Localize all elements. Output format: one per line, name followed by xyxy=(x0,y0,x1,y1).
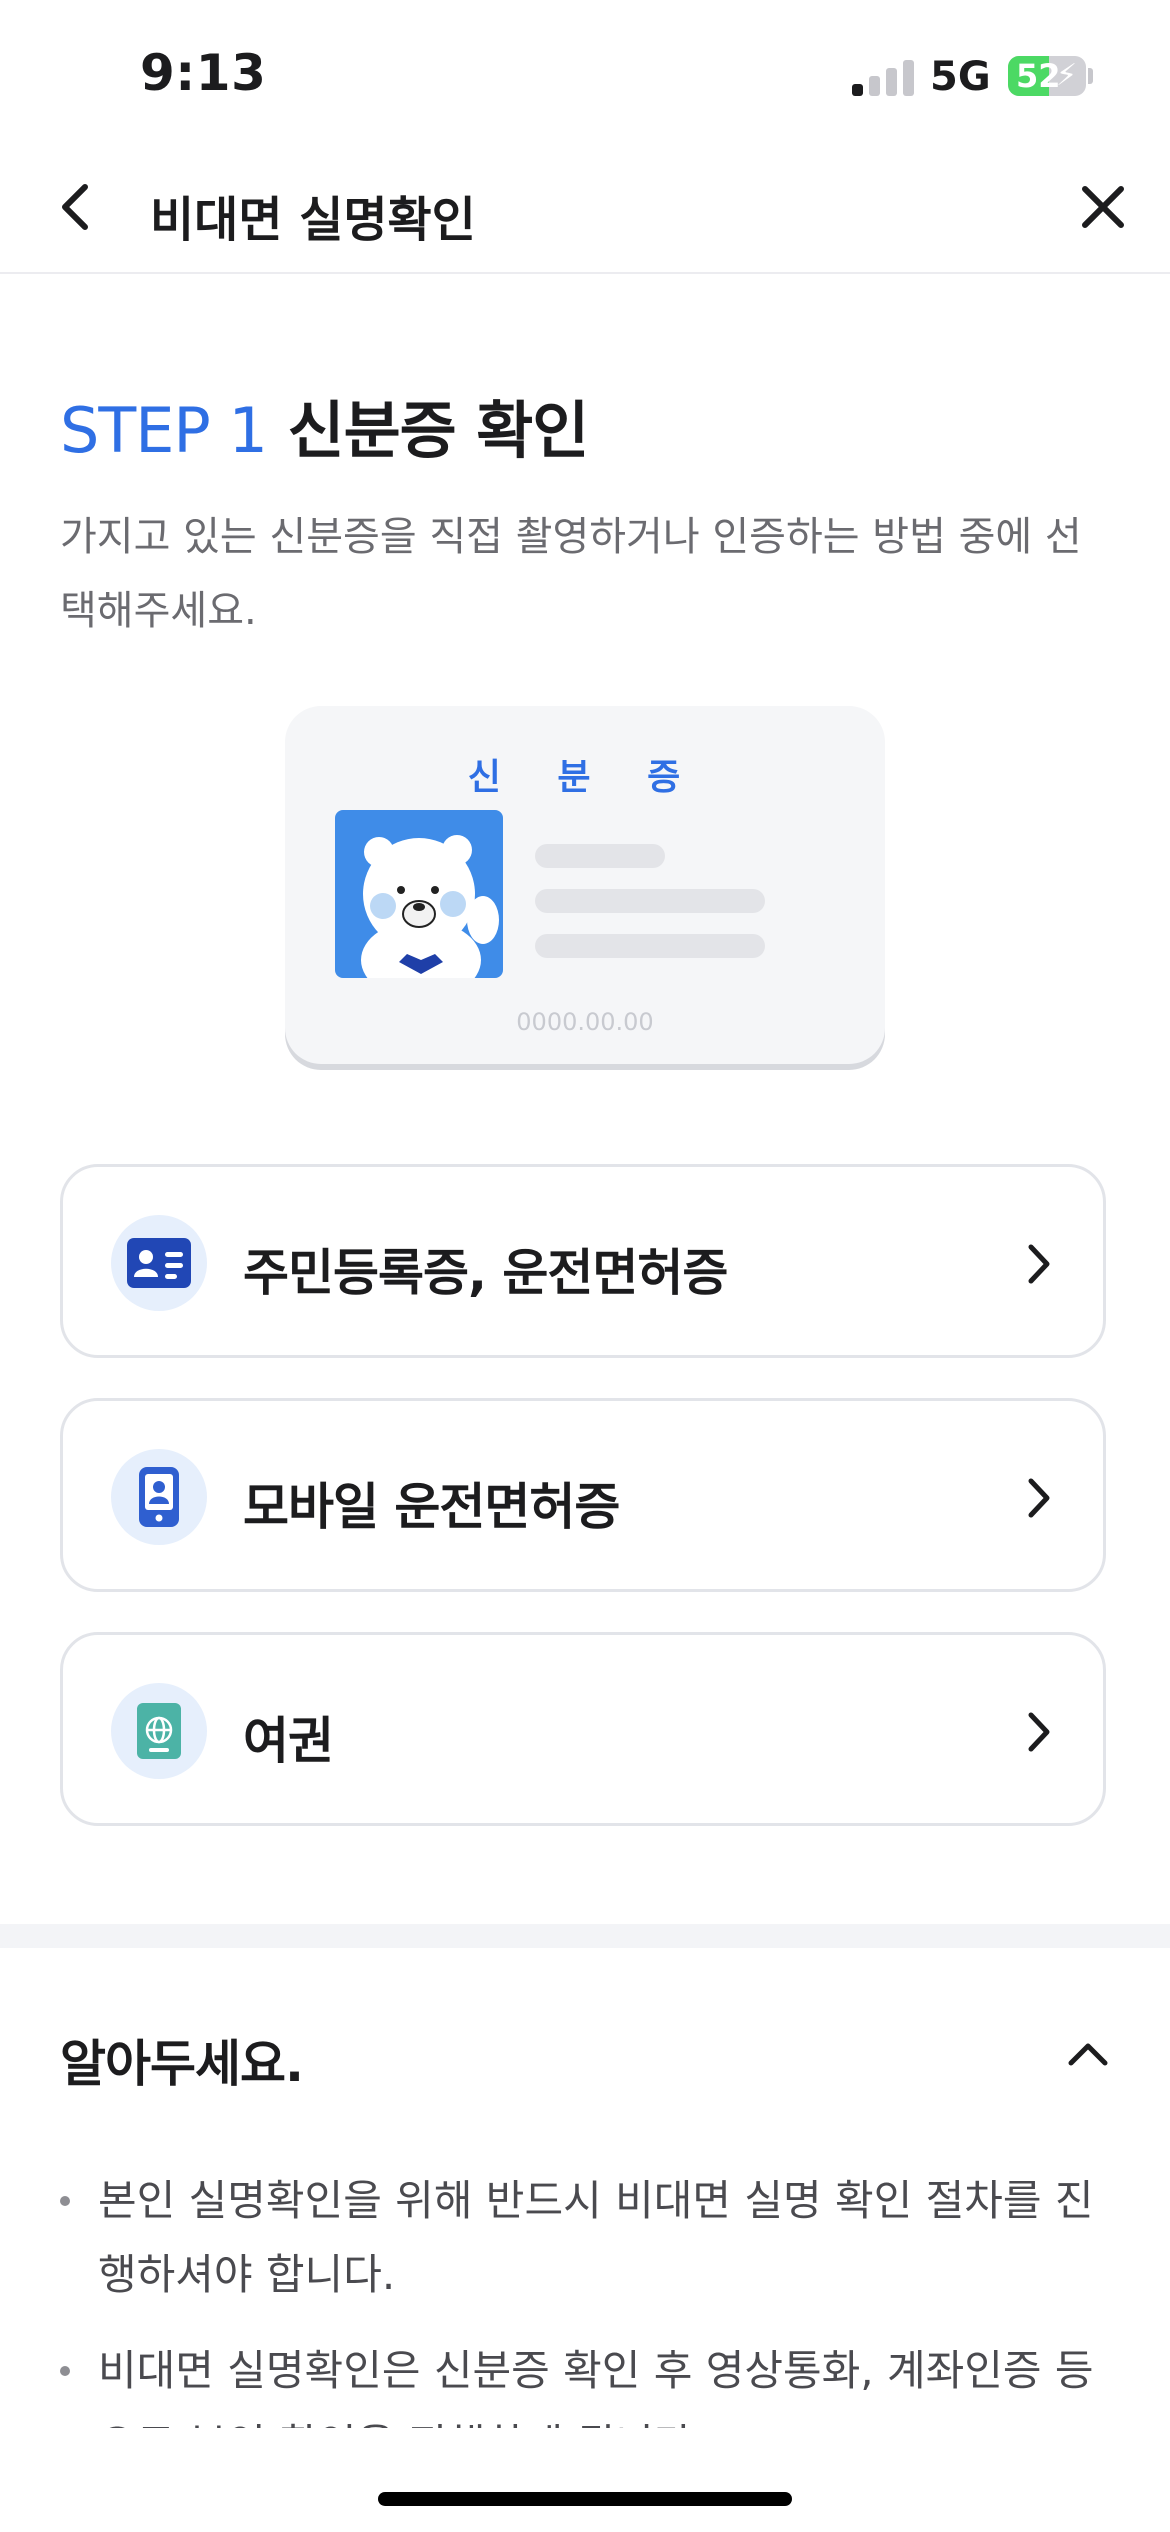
option-mobile-driver-license[interactable]: 모바일 운전면허증 xyxy=(60,1398,1106,1592)
network-type: 5G xyxy=(930,54,991,100)
notice-title: 알아두세요. xyxy=(60,2035,304,2093)
section-divider xyxy=(0,1924,1170,1948)
option-label: 여권 xyxy=(243,1712,334,1770)
step-heading: STEP 1 신분증 확인 xyxy=(60,380,590,470)
battery-percent: 52 xyxy=(1016,57,1061,95)
notice-item-text: 비대면 실명확인은 신분증 확인 후 영상통화, 계좌인증 등으로 본인 확인을… xyxy=(98,2346,1094,2428)
close-icon xyxy=(1082,186,1124,228)
mobile-id-icon xyxy=(139,1467,179,1527)
id-card-title: 신 분 증 xyxy=(467,757,703,798)
step-description: 가지고 있는 신분증을 직접 촬영하거나 인증하는 방법 중에 선택해주세요. xyxy=(60,514,1082,634)
home-indicator xyxy=(378,2492,792,2506)
option-label: 주민등록증, 운전면허증 xyxy=(243,1244,728,1302)
option-icon-wrap xyxy=(111,1683,207,1779)
step-title: 신분증 확인 xyxy=(287,394,590,467)
notice-item: 본인 실명확인을 위해 반드시 비대면 실명 확인 절차를 진행하셔야 합니다. xyxy=(60,2164,1120,2312)
id-card-icon xyxy=(127,1238,191,1288)
battery-cap xyxy=(1088,68,1093,84)
id-number-placeholder: 0000.00.00 xyxy=(516,1008,654,1036)
notice-item-text: 본인 실명확인을 위해 반드시 비대면 실명 확인 절차를 진행하셔야 합니다. xyxy=(98,2176,1094,2299)
notice-list: 본인 실명확인을 위해 반드시 비대면 실명 확인 절차를 진행하셔야 합니다.… xyxy=(60,2164,1120,2428)
id-photo xyxy=(335,810,503,978)
nav-bar: 비대면 실명확인 xyxy=(0,150,1170,274)
page-title: 비대면 실명확인 xyxy=(150,192,476,248)
option-resident-id-driver-license[interactable]: 주민등록증, 운전면허증 xyxy=(60,1164,1106,1358)
id-info-line xyxy=(535,934,765,958)
bullet-icon xyxy=(60,2366,70,2376)
battery-icon: 52 ⚡ xyxy=(1008,56,1086,96)
option-passport[interactable]: 여권 xyxy=(60,1632,1106,1826)
id-info-line xyxy=(535,844,665,868)
status-time: 9:13 xyxy=(140,44,267,102)
chevron-right-icon xyxy=(1019,1702,1059,1762)
step-label: STEP 1 xyxy=(60,394,268,467)
id-card-illustration: 신 분 증 0000.00.00 xyxy=(285,706,885,1064)
chevron-right-icon xyxy=(1019,1234,1059,1294)
close-button[interactable] xyxy=(1068,172,1138,242)
chevron-right-icon xyxy=(1019,1468,1059,1528)
back-button[interactable] xyxy=(40,172,110,242)
chevron-up-icon xyxy=(1068,2043,1108,2066)
notice-collapse-button[interactable] xyxy=(1060,2026,1116,2082)
passport-icon xyxy=(137,1703,181,1759)
polar-bear-mascot-icon xyxy=(361,835,499,978)
status-bar: 9:13 5G 52 ⚡ xyxy=(0,0,1170,150)
id-info-line xyxy=(535,889,765,913)
bullet-icon xyxy=(60,2196,70,2206)
option-label: 모바일 운전면허증 xyxy=(243,1478,620,1536)
charging-bolt-icon: ⚡ xyxy=(1056,58,1078,93)
chevron-left-icon xyxy=(62,184,88,230)
option-icon-wrap xyxy=(111,1449,207,1545)
option-icon-wrap xyxy=(111,1215,207,1311)
notice-item: 비대면 실명확인은 신분증 확인 후 영상통화, 계좌인증 등으로 본인 확인을… xyxy=(60,2334,1120,2428)
cellular-signal-icon xyxy=(852,58,916,96)
